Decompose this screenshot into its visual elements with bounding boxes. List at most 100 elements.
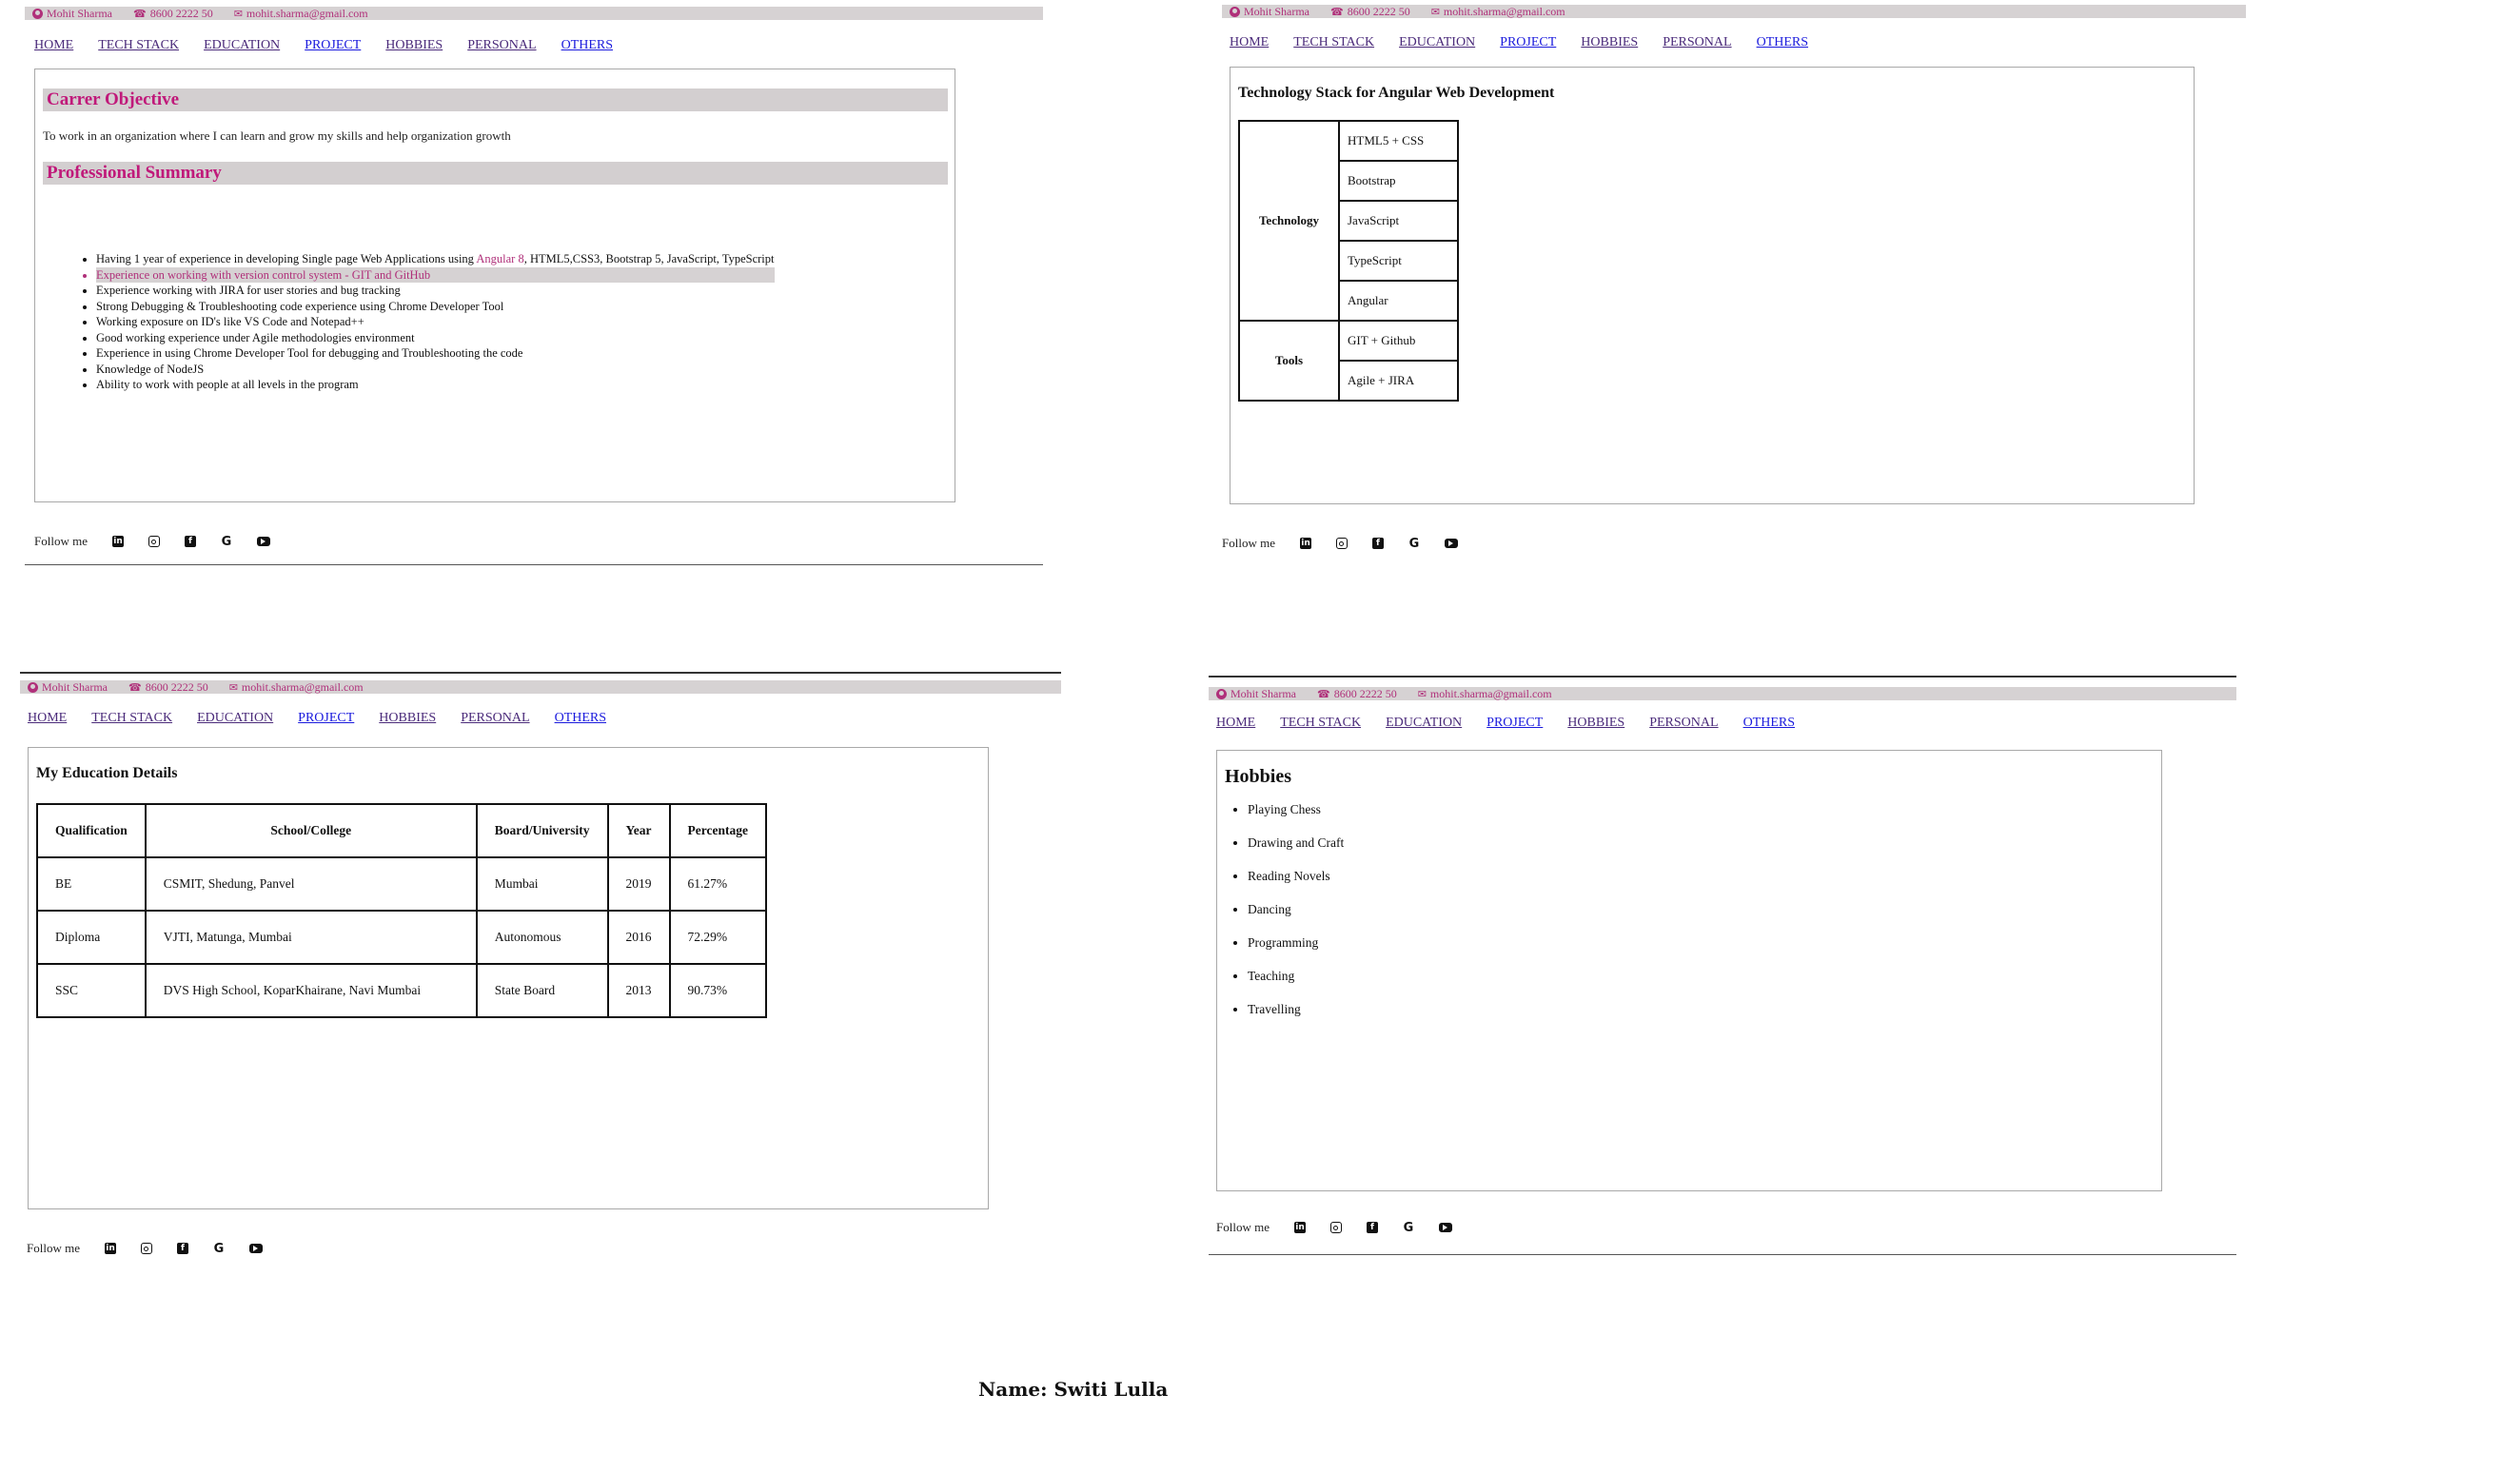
google-icon[interactable]: G — [221, 535, 232, 549]
page-title: My Education Details — [36, 765, 178, 781]
nav-home[interactable]: HOME — [34, 38, 73, 53]
nav-tech-stack[interactable]: TECH STACK — [91, 711, 172, 726]
contact-bar: Mohit Sharma ☎ 8600 2222 50 ✉ mohit.sharma… — [25, 7, 1043, 20]
nav-hobbies[interactable]: HOBBIES — [379, 711, 436, 726]
nav-personal[interactable]: PERSONAL — [1663, 35, 1731, 50]
phone-icon: ☎ — [128, 681, 142, 694]
table-cell: JavaScript — [1338, 200, 1459, 242]
panel-education: Mohit Sharma ☎ 8600 2222 50 ✉ mohit.sharma… — [20, 670, 1061, 1279]
follow-label: Follow me — [27, 1241, 80, 1255]
google-icon[interactable]: G — [1408, 537, 1420, 551]
instagram-icon[interactable] — [1335, 538, 1348, 549]
table-cell: Mumbai — [475, 856, 609, 912]
category-technology: Technology — [1238, 120, 1340, 322]
youtube-icon[interactable] — [1438, 1223, 1452, 1232]
table-row: BE CSMIT, Shedung, Panvel Mumbai 2019 61… — [36, 856, 767, 912]
contact-bar: Mohit Sharma ☎ 8600 2222 50 ✉ mohit.sharma… — [1222, 5, 2246, 18]
column-header: Percentage — [668, 803, 767, 858]
table-cell: HTML5 + CSS — [1338, 120, 1459, 162]
linkedin-icon[interactable]: in — [111, 536, 124, 547]
author-name: Name: Switi Lulla — [978, 1378, 1169, 1401]
follow-label: Follow me — [34, 534, 88, 548]
nav-personal[interactable]: PERSONAL — [467, 38, 536, 53]
main-nav: HOME TECH STACK EDUCATION PROJECT HOBBIE… — [1216, 716, 1795, 731]
list-item: Reading Novels — [1248, 859, 1344, 893]
nav-hobbies[interactable]: HOBBIES — [1567, 716, 1624, 731]
nav-education[interactable]: EDUCATION — [1399, 35, 1475, 50]
content-box: Technology Stack for Angular Web Develop… — [1230, 67, 2195, 504]
instagram-icon[interactable] — [140, 1243, 152, 1254]
nav-home[interactable]: HOME — [1216, 716, 1255, 731]
list-item: Good working experience under Agile meth… — [96, 330, 775, 346]
divider — [1209, 676, 2236, 678]
instagram-icon[interactable] — [148, 536, 160, 547]
envelope-icon: ✉ — [233, 8, 243, 20]
google-icon[interactable]: G — [1403, 1221, 1414, 1235]
nav-others[interactable]: OTHERS — [555, 711, 606, 726]
youtube-icon[interactable] — [256, 537, 270, 546]
nav-education[interactable]: EDUCATION — [197, 711, 273, 726]
facebook-icon[interactable]: f — [184, 536, 196, 547]
nav-personal[interactable]: PERSONAL — [461, 711, 529, 726]
nav-others[interactable]: OTHERS — [1743, 716, 1795, 731]
list-item: Having 1 year of experience in developin… — [96, 251, 775, 267]
education-table: Qualification School/College Board/Unive… — [36, 803, 767, 1018]
contact-email: ✉ mohit.sharma@gmail.com — [228, 679, 364, 694]
contact-phone: ☎ 8600 2222 50 — [133, 6, 213, 20]
contact-email: ✉ mohit.sharma@gmail.com — [233, 6, 368, 20]
nav-tech-stack[interactable]: TECH STACK — [98, 38, 179, 53]
user-circle-icon — [1216, 688, 1227, 699]
table-cell: Angular — [1338, 280, 1459, 322]
nav-others[interactable]: OTHERS — [1757, 35, 1808, 50]
list-item: Strong Debugging & Troubleshooting code … — [96, 299, 775, 315]
table-cell: 2013 — [606, 963, 671, 1018]
nav-project[interactable]: PROJECT — [1486, 716, 1543, 731]
nav-education[interactable]: EDUCATION — [1386, 716, 1462, 731]
nav-others[interactable]: OTHERS — [561, 38, 613, 53]
linkedin-icon[interactable]: in — [1299, 538, 1311, 549]
nav-tech-stack[interactable]: TECH STACK — [1280, 716, 1361, 731]
list-item: Travelling — [1248, 992, 1344, 1026]
google-icon[interactable]: G — [213, 1242, 225, 1256]
nav-project[interactable]: PROJECT — [305, 38, 361, 53]
youtube-icon[interactable] — [248, 1244, 263, 1253]
youtube-icon[interactable] — [1444, 539, 1458, 548]
contact-phone: ☎ 8600 2222 50 — [1330, 4, 1410, 18]
contact-phone: ☎ 8600 2222 50 — [1317, 686, 1397, 700]
nav-hobbies[interactable]: HOBBIES — [385, 38, 443, 53]
facebook-icon[interactable]: f — [1371, 538, 1384, 549]
table-cell: BE — [36, 856, 147, 912]
contact-email: ✉ mohit.sharma@gmail.com — [1417, 686, 1552, 700]
nav-education[interactable]: EDUCATION — [204, 38, 280, 53]
table-row: Diploma VJTI, Matunga, Mumbai Autonomous… — [36, 910, 767, 965]
facebook-icon[interactable]: f — [1366, 1222, 1378, 1233]
page-title: Technology Stack for Angular Web Develop… — [1238, 85, 1555, 101]
linkedin-icon[interactable]: in — [1293, 1222, 1306, 1233]
panel-tech-stack: Mohit Sharma ☎ 8600 2222 50 ✉ mohit.sharma… — [1222, 0, 2246, 571]
column-header: Board/University — [475, 803, 609, 858]
table-header-row: Qualification School/College Board/Unive… — [36, 803, 767, 858]
nav-project[interactable]: PROJECT — [298, 711, 354, 726]
table-cell: VJTI, Matunga, Mumbai — [144, 910, 478, 965]
list-item: Working exposure on ID's like VS Code an… — [96, 314, 775, 330]
instagram-icon[interactable] — [1329, 1222, 1342, 1233]
objective-heading: Carrer Objective — [43, 88, 948, 111]
nav-project[interactable]: PROJECT — [1500, 35, 1556, 50]
table-cell: Agile + JIRA — [1338, 360, 1459, 402]
list-item: Dancing — [1248, 893, 1344, 926]
contact-phone: ☎ 8600 2222 50 — [128, 679, 208, 694]
envelope-icon: ✉ — [1430, 6, 1440, 18]
divider — [1209, 1254, 2236, 1255]
nav-hobbies[interactable]: HOBBIES — [1581, 35, 1638, 50]
nav-tech-stack[interactable]: TECH STACK — [1293, 35, 1374, 50]
summary-list: Having 1 year of experience in developin… — [79, 251, 775, 393]
facebook-icon[interactable]: f — [176, 1243, 188, 1254]
linkedin-icon[interactable]: in — [104, 1243, 116, 1254]
user-circle-icon — [1230, 6, 1240, 17]
nav-home[interactable]: HOME — [28, 711, 67, 726]
follow-label: Follow me — [1222, 536, 1275, 550]
table-cell: TypeScript — [1338, 240, 1459, 282]
nav-home[interactable]: HOME — [1230, 35, 1269, 50]
hobbies-list: Playing Chess Drawing and Craft Reading … — [1229, 793, 1344, 1026]
nav-personal[interactable]: PERSONAL — [1649, 716, 1718, 731]
